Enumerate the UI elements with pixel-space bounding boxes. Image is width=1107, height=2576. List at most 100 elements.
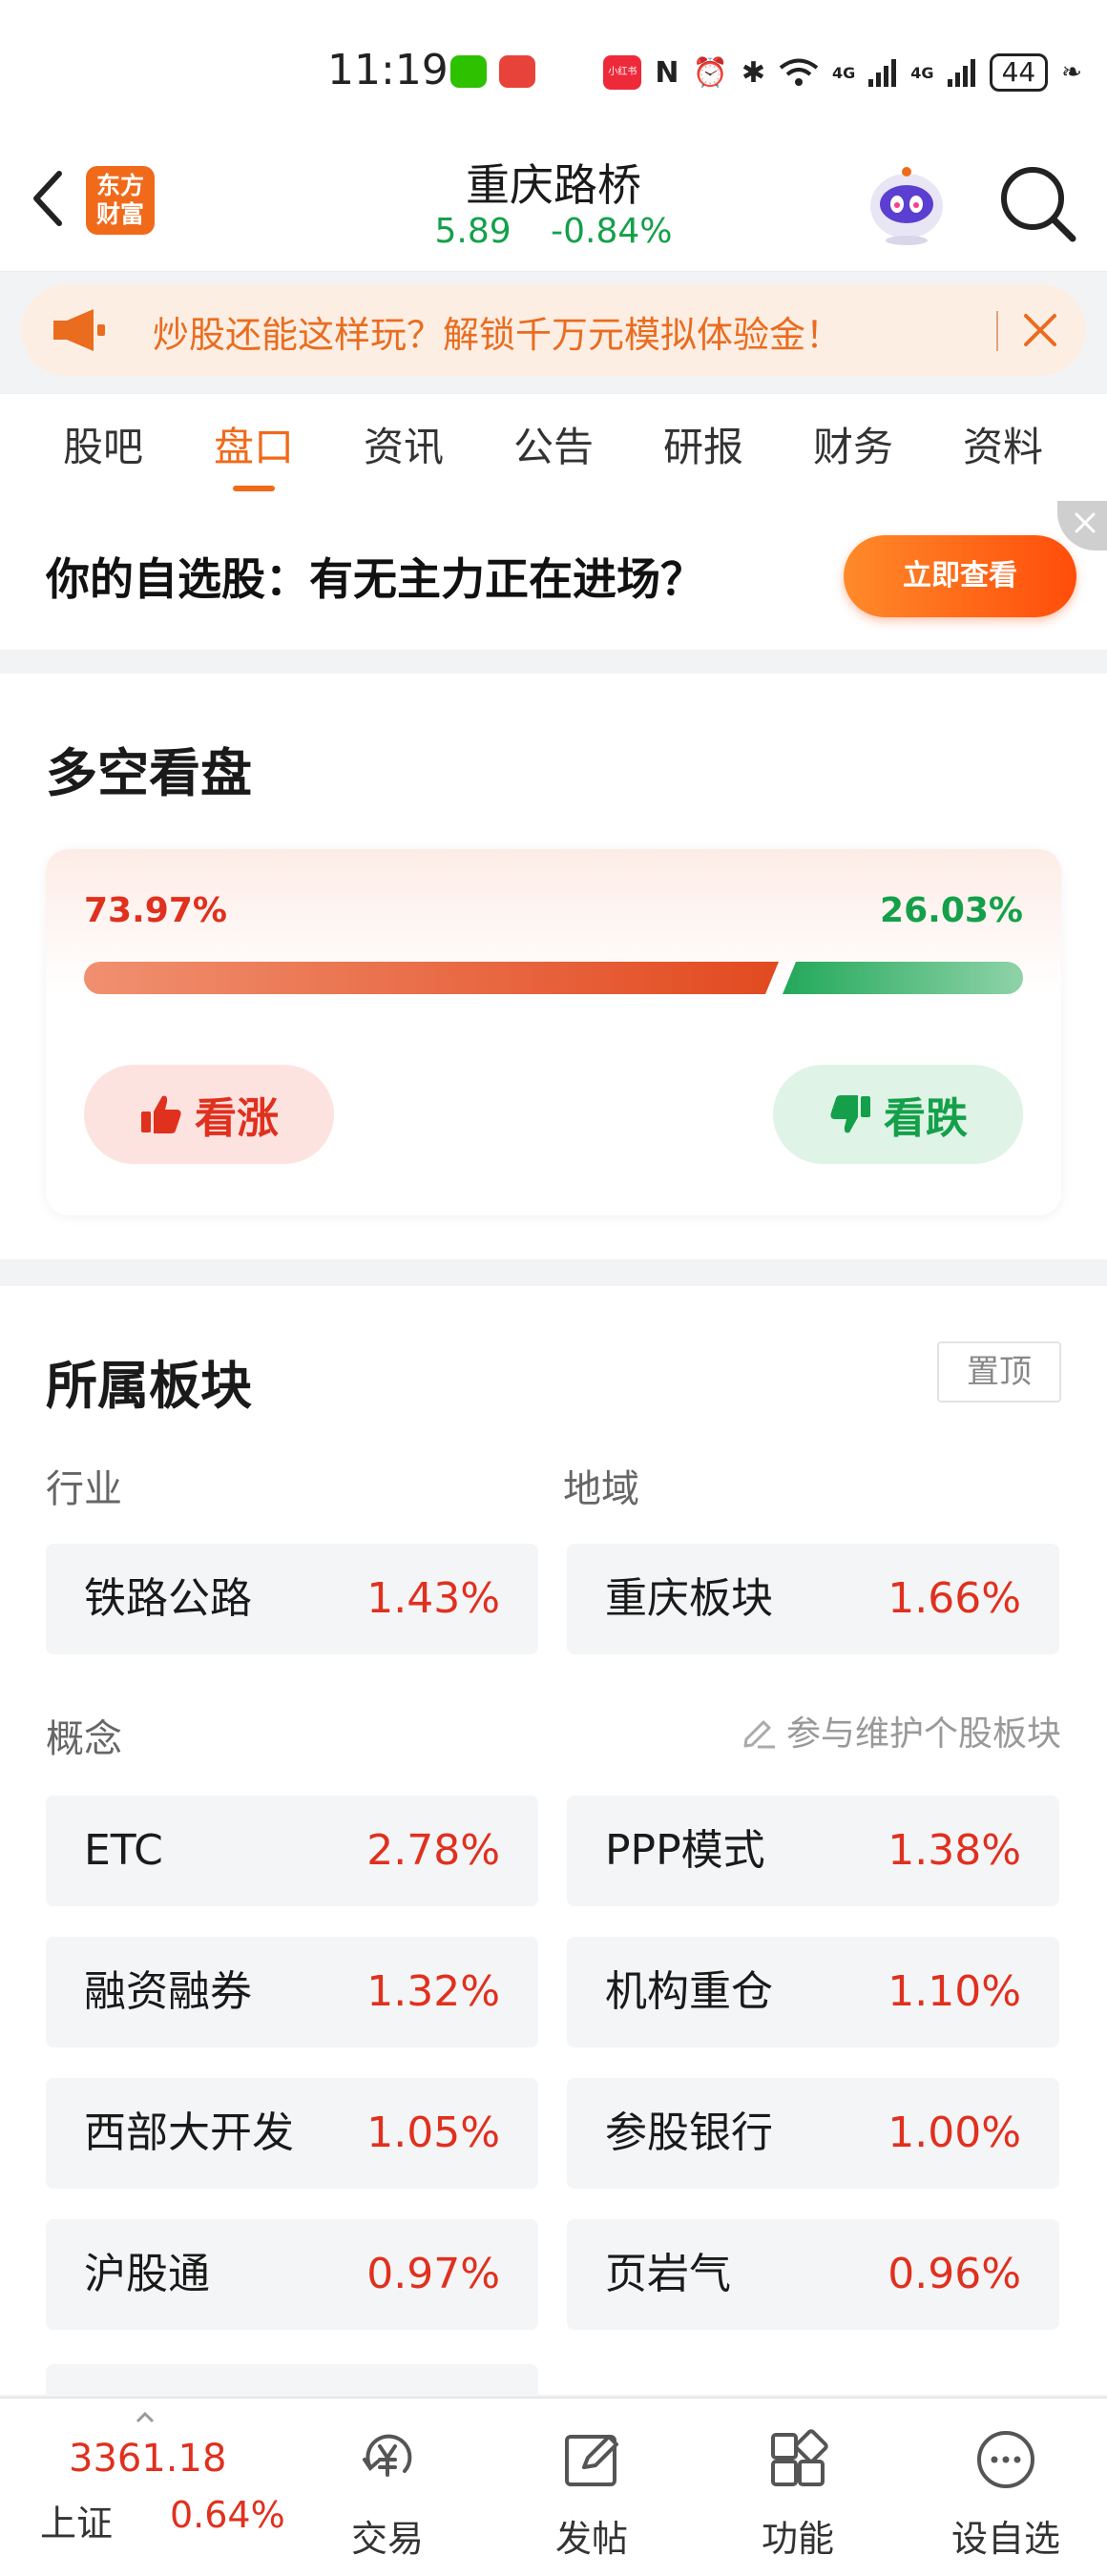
tab-finance[interactable]: 财务 (786, 394, 920, 501)
search-icon[interactable] (996, 162, 1078, 244)
tab-guba[interactable]: 股吧 (36, 394, 170, 501)
sector-name: ETC (84, 1826, 163, 1875)
maintain-sectors-link[interactable]: 参与维护个股板块 (739, 1706, 1061, 1755)
tab-news[interactable]: 资讯 (337, 394, 470, 501)
sector-change: 0.96% (888, 2250, 1021, 2298)
battery-indicator: 44 (989, 53, 1049, 92)
sentiment-card: 73.97% 26.03% 看涨 看跌 (46, 849, 1061, 1215)
alarm-icon: ⏰ (692, 55, 728, 90)
concept-chip[interactable]: 沪股通 0.97% (46, 2219, 538, 2330)
maintain-link-text: 参与维护个股板块 (785, 1714, 1061, 1754)
index-change: 0.64% (170, 2494, 285, 2536)
caret-up-icon (136, 2412, 155, 2423)
wifi-icon (779, 58, 819, 86)
nav-label: 交易 (350, 2518, 424, 2560)
concept-chip[interactable]: 机构重仓 1.10% (567, 1937, 1059, 2047)
signal-bars-2-icon (947, 59, 975, 87)
tab-label: 资讯 (363, 424, 444, 470)
tab-label: 盘口 (213, 424, 294, 470)
xiaohongshu-notification-icon: 小红书 (603, 55, 642, 90)
nav-trade[interactable]: 交易 (311, 2399, 464, 2576)
nav-functions[interactable]: 功能 (721, 2399, 874, 2576)
signal-bars-1-icon (868, 59, 897, 87)
sectors-section: 所属板块 置顶 行业 地域 铁路公路 1.43% 重庆板块 1.66% 概念 参… (0, 1286, 1107, 2395)
sector-change: 1.10% (888, 1967, 1021, 2016)
status-time: 11:19 (327, 46, 449, 94)
tab-label: 财务 (812, 424, 893, 470)
wechat-notification-icon (450, 55, 487, 88)
view-now-button[interactable]: 立即查看 (844, 535, 1076, 617)
sector-change: 2.78% (366, 1826, 500, 1875)
stock-detail-page: 11:19 小红书 N ⏰ ✱ 4G 4G 44 ❧ 东方财富 重庆路桥 5.8… (0, 0, 1107, 2576)
yen-exchange-icon (363, 2434, 412, 2477)
nav-label: 功能 (761, 2518, 834, 2560)
sector-name: 机构重仓 (605, 1967, 773, 2016)
bear-bar-fill (783, 962, 1023, 994)
sector-change: 1.38% (888, 1826, 1021, 1875)
tab-label: 研报 (662, 424, 743, 470)
vote-bearish-button[interactable]: 看跌 (773, 1065, 1023, 1164)
sector-change: 1.66% (888, 1574, 1021, 1623)
sector-name: PPP模式 (605, 1826, 765, 1875)
concept-chip[interactable]: 参股银行 1.00% (567, 2078, 1059, 2189)
tab-label: 公告 (512, 424, 594, 470)
industry-label: 行业 (46, 1467, 122, 1511)
status-indicators: 小红书 N ⏰ ✱ 4G 4G 44 ❧ (603, 53, 1082, 92)
sector-change: 1.05% (366, 2109, 500, 2157)
sector-chip-industry[interactable]: 铁路公路 1.43% (46, 1544, 538, 1654)
concept-chip[interactable]: 西部大开发 1.05% (46, 2078, 538, 2189)
concept-chip[interactable]: 页岩气 0.96% (567, 2219, 1059, 2330)
active-tab-indicator (233, 486, 275, 491)
bluetooth-icon: ✱ (741, 55, 766, 90)
sector-change: 1.43% (366, 1574, 500, 1623)
promo-text: 你的自选股：有无主力正在进场？ (46, 553, 704, 605)
bullish-label: 看涨 (195, 1094, 279, 1143)
promo-ad[interactable]: 你的自选股：有无主力正在进场？ 立即查看 (0, 501, 1107, 650)
status-bar: 11:19 小红书 N ⏰ ✱ 4G 4G 44 ❧ (0, 0, 1107, 143)
megaphone-icon (53, 309, 105, 351)
banner-divider (996, 311, 998, 351)
tab-profile[interactable]: 资料 (936, 394, 1070, 501)
concept-chip[interactable]: ETC 2.78% (46, 1796, 538, 1906)
vote-bullish-button[interactable]: 看涨 (84, 1065, 334, 1164)
tab-research[interactable]: 研报 (637, 394, 770, 501)
close-icon[interactable] (1012, 301, 1069, 359)
sector-name: 页岩气 (605, 2250, 731, 2298)
section-title: 所属板块 (46, 1356, 252, 1416)
region-label: 地域 (563, 1467, 639, 1511)
edit-post-icon (565, 2435, 618, 2486)
robot-assistant-icon[interactable] (862, 158, 951, 248)
book-app-notification-icon (499, 55, 535, 88)
bull-bar-fill (84, 962, 779, 994)
signal-2-icon: 4G (910, 63, 934, 82)
thumbs-up-icon (141, 1095, 181, 1133)
nav-label: 发帖 (554, 2518, 628, 2560)
tab-label: 资料 (962, 424, 1043, 470)
close-icon (1075, 512, 1096, 533)
sector-change: 0.97% (366, 2250, 500, 2298)
thumbs-down-icon (830, 1095, 870, 1133)
concept-chip[interactable]: PPP模式 1.38% (567, 1796, 1059, 1906)
promo-banner[interactable]: 炒股还能这样玩？解锁千万元模拟体验金！ (21, 284, 1086, 376)
sector-name: 重庆板块 (605, 1574, 773, 1623)
index-value: 3361.18 (69, 2437, 227, 2481)
sector-name: 沪股通 (84, 2250, 210, 2298)
index-name: 上证 (40, 2503, 114, 2545)
tab-label: 股吧 (62, 424, 143, 470)
tab-announcements[interactable]: 公告 (487, 394, 620, 501)
tab-pankou[interactable]: 盘口 (187, 394, 321, 501)
pin-to-top-button[interactable]: 置顶 (937, 1341, 1061, 1402)
concept-chip[interactable]: 融资融券 1.32% (46, 1937, 538, 2047)
grid-functions-icon (771, 2429, 828, 2486)
bear-percentage: 26.03% (880, 891, 1023, 930)
nav-label: 设自选 (950, 2518, 1060, 2560)
nav-add-watchlist[interactable]: 设自选 (929, 2399, 1082, 2576)
sector-name: 西部大开发 (84, 2109, 294, 2157)
sentiment-section: 多空看盘 73.97% 26.03% 看涨 看跌 (0, 674, 1107, 1259)
sector-name: 铁路公路 (84, 1574, 252, 1623)
bottom-bar: 3361.18 上证 0.64% 交易 发帖 功能 设自选 (0, 2397, 1107, 2576)
sector-name: 融资融券 (84, 1967, 252, 2016)
sector-chip-region[interactable]: 重庆板块 1.66% (567, 1544, 1059, 1654)
sector-name: 参股银行 (605, 2109, 773, 2157)
nav-post[interactable]: 发帖 (515, 2399, 668, 2576)
